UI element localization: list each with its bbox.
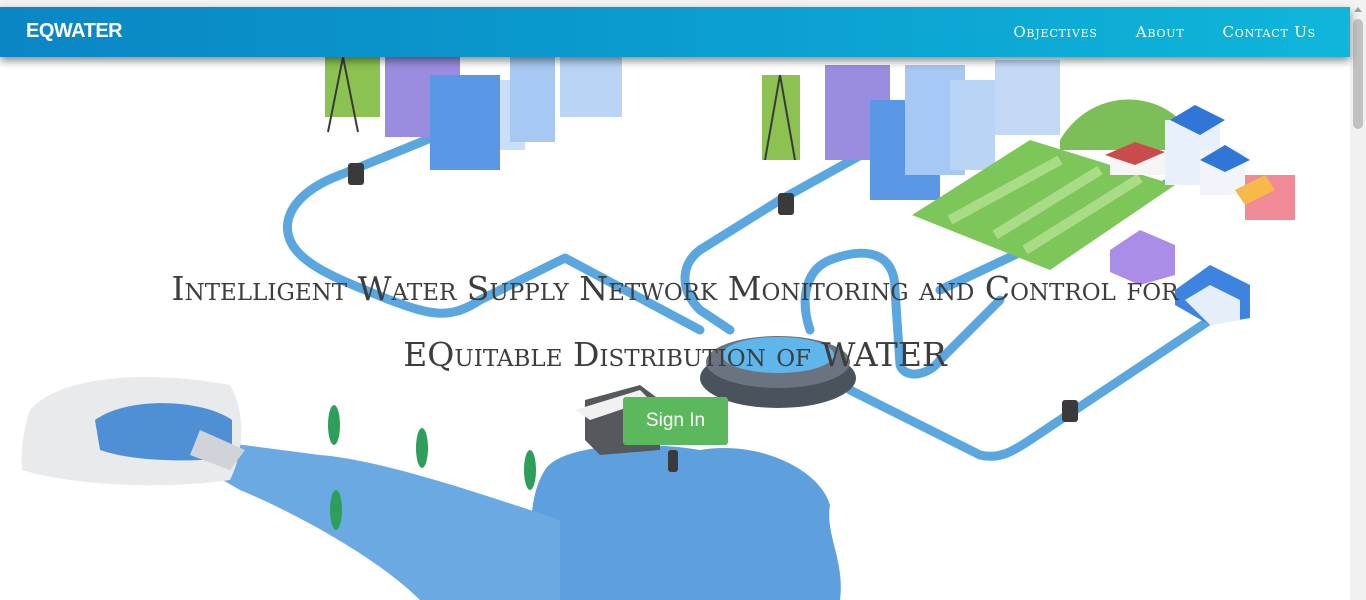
nav-links: Objectives About Contact Us xyxy=(975,7,1316,57)
scrollbar-thumb[interactable] xyxy=(1353,19,1363,129)
scroll-up-arrow-icon[interactable] xyxy=(1354,7,1362,12)
sign-in-button[interactable]: Sign In xyxy=(623,397,728,445)
brand-logo[interactable]: EQWATER xyxy=(26,20,123,43)
nav-link-contact-us[interactable]: Contact Us xyxy=(1223,23,1317,41)
top-navbar: EQWATER Objectives About Contact Us xyxy=(0,7,1350,57)
reservoir-lake xyxy=(530,445,841,600)
nav-link-objectives[interactable]: Objectives xyxy=(1013,23,1097,41)
nav-link-about[interactable]: About xyxy=(1136,23,1185,41)
hero-title-line-2: EQuitable Distribution of WATER xyxy=(403,335,947,374)
river xyxy=(205,440,560,600)
hero-title-line-1: Intelligent Water Supply Network Monitor… xyxy=(171,269,1179,308)
vertical-scrollbar[interactable] xyxy=(1350,7,1366,600)
hero-title: Intelligent Water Supply Network Monitor… xyxy=(100,256,1250,388)
